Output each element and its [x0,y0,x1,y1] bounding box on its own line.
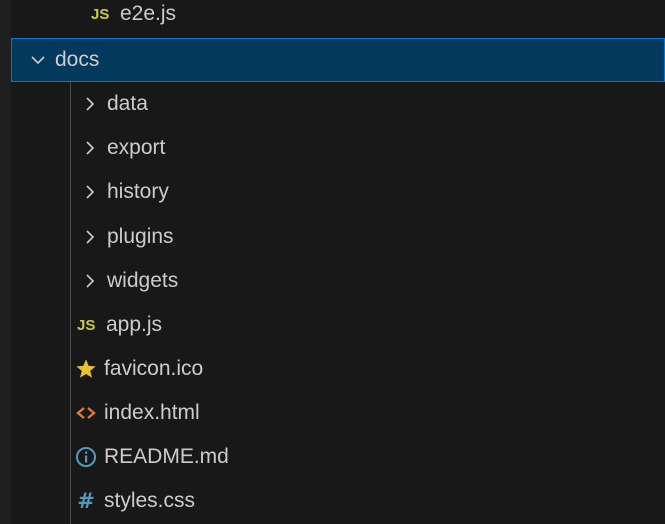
tree-item-data[interactable]: data [11,82,665,126]
chevron-right-icon[interactable] [83,226,97,248]
chevron-right-icon[interactable] [83,181,97,203]
chevron-right-icon[interactable] [83,93,97,115]
tree-item-label: widgets [107,269,179,292]
tree-item-docs[interactable]: docs [11,38,665,82]
tree-item-label: styles.css [104,489,196,512]
chevron-right-icon[interactable] [83,270,97,292]
file-explorer-tree: JS e2e.js docs data export history plugi… [11,0,665,524]
tree-item-app-js[interactable]: JS app.js [11,303,665,347]
tree-item-label: e2e.js [120,2,177,25]
chevron-down-icon[interactable] [31,49,45,71]
star-icon [75,358,97,380]
tree-item-label: history [107,180,169,203]
tree-item-export[interactable]: export [11,126,665,170]
hash-icon: # [77,489,95,513]
tree-item-styles-css[interactable]: # styles.css [11,479,665,523]
tree-item-history[interactable]: history [11,170,665,214]
tree-item-label: favicon.ico [104,357,204,380]
tree-item-favicon-ico[interactable]: favicon.ico [11,347,665,391]
tree-item-label: data [107,92,148,115]
tree-item-label: docs [55,48,100,71]
html-icon [75,402,97,424]
tree-item-widgets[interactable]: widgets [11,259,665,303]
tree-item-label: index.html [104,401,200,424]
tree-item-label: README.md [104,445,229,468]
info-icon [75,446,97,468]
tree-item-label: app.js [106,313,163,336]
tree-item-label: plugins [107,225,174,248]
js-icon: JS [77,316,96,334]
activity-edge [0,0,11,524]
tree-item-e2e-js[interactable]: JS e2e.js [11,0,665,36]
tree-item-label: export [107,136,166,159]
tree-item-readme-md[interactable]: README.md [11,435,665,479]
tree-item-plugins[interactable]: plugins [11,215,665,259]
js-icon: JS [91,5,110,23]
tree-item-index-html[interactable]: index.html [11,391,665,435]
chevron-right-icon[interactable] [83,137,97,159]
